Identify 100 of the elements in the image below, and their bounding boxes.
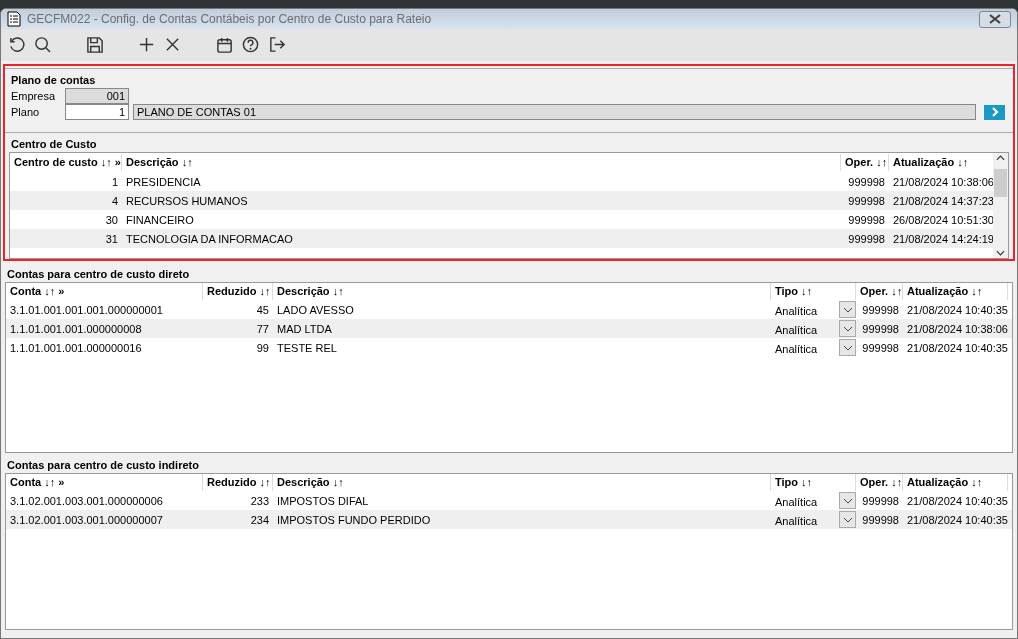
window-title: GECFM022 - Config. de Contas Contábeis por Centro de Custo para Rateio [27, 12, 433, 26]
table-cell-text: 21/08/2024 14:24:19 [892, 232, 995, 245]
table-cell-text: TESTE REL [276, 341, 338, 354]
table-cell-text: RECURSOS HUMANOS [125, 194, 249, 207]
table-cell-text: FINANCEIRO [125, 213, 195, 226]
column-header[interactable]: Oper. ↓↑ [856, 474, 903, 491]
document-icon [7, 11, 21, 27]
table-cell-text: 21/08/2024 10:38:06 [906, 322, 1008, 335]
chevron-down-icon[interactable] [842, 325, 853, 332]
chevron-down-icon[interactable] [842, 516, 853, 523]
type-value: Analítica [775, 514, 818, 527]
table-row[interactable]: 31 TECNOLOGIA DA INFORMACAO 999998 21/08/2024 14:24:19 [10, 229, 993, 248]
column-header[interactable]: Centro de custo ↓↑ » [10, 154, 122, 171]
table-cell-text: 999998 [861, 303, 900, 316]
chevron-right-icon[interactable] [989, 107, 1000, 117]
calendar-icon[interactable] [215, 35, 235, 55]
table-row[interactable]: 1.1.01.001.001.000000008 77 MAD LTDA Analítica 999998 21/08/2024 10:38:06 [6, 319, 1012, 338]
scroll-thumb[interactable] [994, 169, 1007, 197]
table-cell-text: 1.1.01.001.001.000000008 [9, 322, 143, 335]
search-icon[interactable] [33, 35, 53, 55]
table-cell-text: 21/08/2024 10:40:35 [906, 341, 1008, 354]
column-header[interactable]: Descrição ↓↑ [122, 154, 841, 171]
table-cell-text: 999998 [847, 213, 886, 226]
section-title: Centro de Custo [10, 137, 98, 152]
table-row[interactable]: 4 RECURSOS HUMANOS 999998 21/08/2024 14:37:23 [10, 191, 993, 210]
type-value: Analítica [775, 495, 818, 508]
scroll-up-icon[interactable] [996, 155, 1005, 161]
table-cell-text: 21/08/2024 10:40:35 [906, 494, 1008, 507]
column-header[interactable]: Conta ↓↑ » [6, 283, 203, 300]
next-button[interactable] [984, 104, 1005, 120]
column-header[interactable]: Descrição ↓↑ [273, 283, 771, 300]
column-header[interactable]: Tipo ↓↑ [771, 474, 856, 491]
type-value: Analítica [775, 342, 818, 355]
chevron-down-icon[interactable] [842, 344, 853, 351]
table-cell-text: 999998 [861, 341, 900, 354]
column-header[interactable]: Descrição ↓↑ [273, 474, 771, 491]
table-cell-text: 999998 [861, 494, 900, 507]
column-header[interactable]: Tipo ↓↑ [771, 283, 856, 300]
scroll-down-icon[interactable] [996, 250, 1005, 256]
table-cell-text: 999998 [861, 322, 900, 335]
table-cell-text: TECNOLOGIA DA INFORMACAO [125, 232, 294, 245]
section-title: Contas para centro de custo direto [6, 267, 191, 282]
dropdown-button[interactable] [839, 511, 856, 528]
table-row[interactable]: 1.1.01.001.001.000000016 99 TESTE REL Analítica 999998 21/08/2024 10:40:35 [6, 338, 1012, 357]
table-cell-text: 999998 [847, 232, 886, 245]
column-header[interactable]: Oper. ↓↑ [841, 154, 889, 171]
dropdown-button[interactable] [839, 320, 856, 337]
table-cell-text: PRESIDENCIA [125, 175, 202, 188]
section-title: Contas para centro de custo indireto [6, 458, 200, 473]
chevron-down-icon[interactable] [842, 497, 853, 504]
dropdown-button[interactable] [839, 339, 856, 356]
close-button[interactable] [979, 10, 1011, 28]
undo-icon[interactable] [7, 35, 27, 55]
table-row[interactable]: 3.1.02.001.003.001.000000006 233 IMPOSTOS DIFAL Analítica 999998 21/08/2024 10:40:35 [6, 491, 1012, 510]
table-cell-text: 999998 [847, 175, 886, 188]
column-header[interactable]: Reduzido ↓↑ [203, 474, 273, 491]
table-cell-text: 21/08/2024 10:40:35 [906, 513, 1008, 526]
table-cell-text: LADO AVESSO [276, 303, 355, 316]
table-cell-text: 26/08/2024 10:51:30 [892, 213, 995, 226]
section-title: Plano de contas [10, 73, 97, 88]
table-cell-text: 4 [110, 194, 119, 207]
table-cell-text: 45 [255, 303, 270, 316]
table-cell-text: 1.1.01.001.001.000000016 [9, 341, 143, 354]
column-header[interactable]: Oper. ↓↑ [856, 283, 903, 300]
help-icon[interactable] [241, 35, 261, 55]
type-value: Analítica [775, 304, 818, 317]
column-header[interactable]: Atualização ↓↑ [903, 474, 1008, 491]
table-row[interactable]: 3.1.01.001.001.001.000000001 45 LADO AVESSO Analítica 999998 21/08/2024 10:40:35 [6, 300, 1012, 319]
table-cell-text: 999998 [847, 194, 886, 207]
table-row[interactable]: 1 PRESIDENCIA 999998 21/08/2024 10:38:06 [10, 172, 993, 191]
table-cell-text: 31 [104, 232, 119, 245]
table-cell-text: 21/08/2024 14:37:23 [892, 194, 995, 207]
chevron-down-icon[interactable] [842, 306, 853, 313]
table-cell-text: 233 [249, 494, 270, 507]
empresa-field[interactable]: 001 [65, 88, 129, 104]
dropdown-button[interactable] [839, 301, 856, 318]
close-icon[interactable] [988, 14, 1002, 24]
table-row[interactable]: 30 FINANCEIRO 999998 26/08/2024 10:51:30 [10, 210, 993, 229]
plano-field[interactable]: 1 [65, 104, 129, 120]
table-cell-text: 3.1.01.001.001.001.000000001 [9, 303, 164, 316]
table-row[interactable]: 3.1.02.001.003.001.000000007 234 IMPOSTOS FUNDO PERDIDO Analítica 999998 21/08/2024 10:40:35 [6, 510, 1012, 529]
plano-description-field: PLANO DE CONTAS 01 [133, 104, 976, 120]
table-cell-text: 999998 [861, 513, 900, 526]
table-cell-text: 3.1.02.001.003.001.000000007 [9, 513, 164, 526]
table-cell-text: MAD LTDA [276, 322, 333, 335]
table-cell-text: IMPOSTOS DIFAL [276, 494, 370, 507]
scrollbar[interactable] [993, 153, 1008, 258]
table-cell-text: 234 [249, 513, 270, 526]
table-cell-text: 77 [255, 322, 270, 335]
table-cell-text: 21/08/2024 10:40:35 [906, 303, 1008, 316]
column-header[interactable]: Conta ↓↑ » [6, 474, 203, 491]
type-value: Analítica [775, 323, 818, 336]
table-cell-text: 30 [104, 213, 119, 226]
field-label: Plano [10, 106, 41, 118]
table-cell-text: IMPOSTOS FUNDO PERDIDO [276, 513, 432, 526]
exit-icon[interactable] [267, 35, 287, 55]
column-header[interactable]: Reduzido ↓↑ [203, 283, 273, 300]
save-icon[interactable] [85, 35, 105, 55]
column-header[interactable]: Atualização ↓↑ [903, 283, 1008, 300]
dropdown-button[interactable] [839, 492, 856, 509]
